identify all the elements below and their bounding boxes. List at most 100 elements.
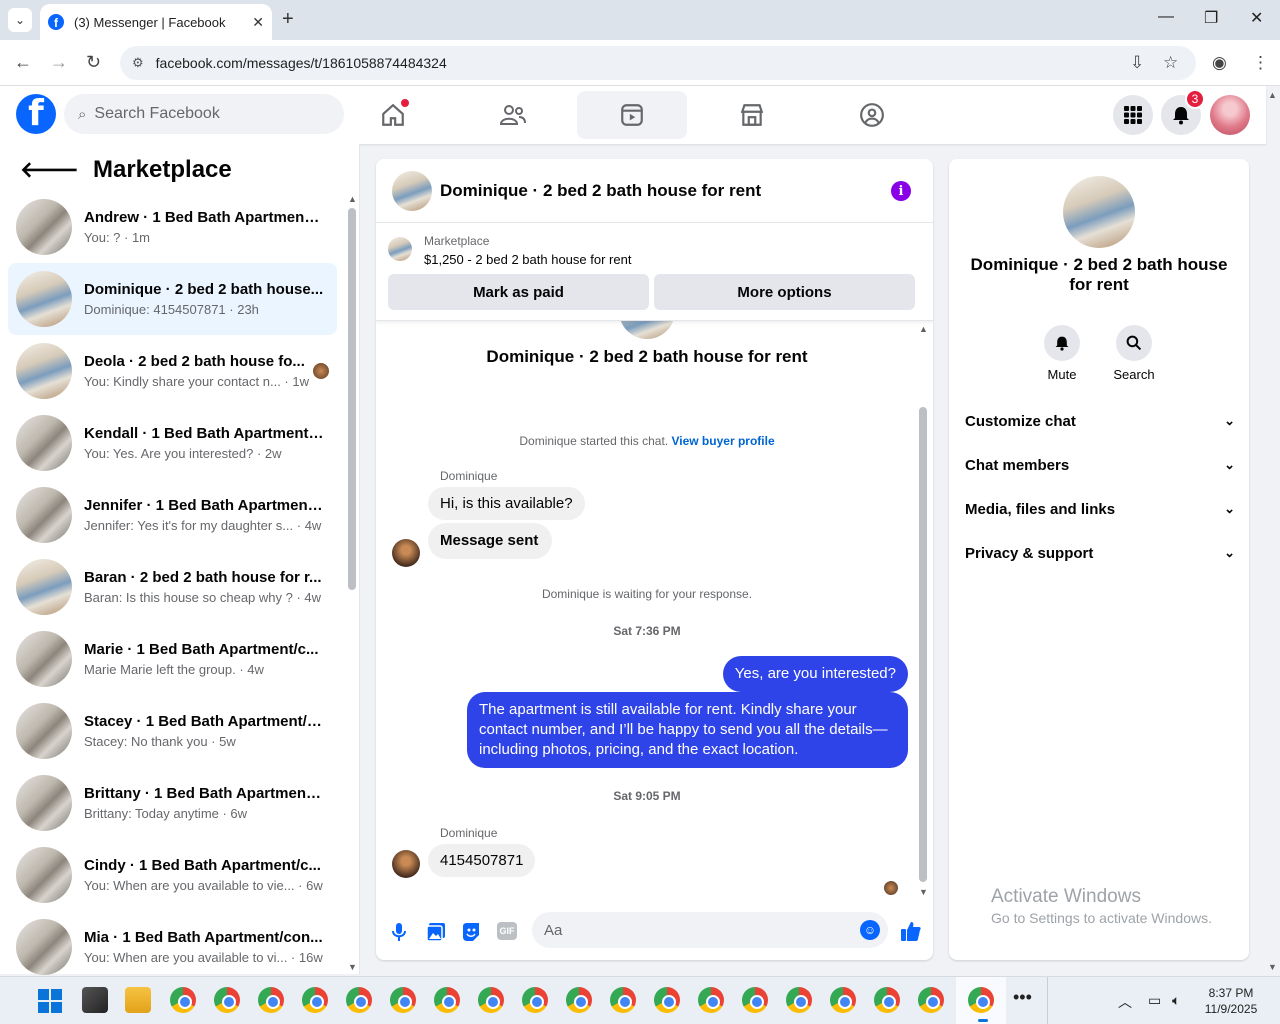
details-avatar[interactable]: [1063, 176, 1135, 248]
conversation-item[interactable]: Stacey · 1 Bed Bath Apartment/c... Stacey…: [8, 695, 337, 767]
conversation-item[interactable]: Deola · 2 bed 2 bath house fo... You: Kin…: [8, 335, 337, 407]
photo-icon[interactable]: [426, 922, 446, 947]
more-apps-icon[interactable]: •••: [1013, 987, 1032, 1008]
chrome-taskbar-icon[interactable]: [610, 987, 636, 1013]
friends-nav-icon[interactable]: [458, 91, 568, 139]
sidebar-scroll-up-icon[interactable]: ▲: [348, 194, 357, 204]
chrome-taskbar-icon[interactable]: [698, 987, 724, 1013]
search-in-chat-button[interactable]: Search: [1104, 325, 1164, 382]
taskbar-clock[interactable]: 8:37 PM 11/9/2025: [1196, 985, 1266, 1017]
listing-thumbnail[interactable]: [388, 237, 412, 261]
customize-chat-row[interactable]: Customize chat ⌄: [965, 407, 1235, 435]
chat-title[interactable]: Dominique · 2 bed 2 bath house for rent: [440, 181, 761, 201]
search-input[interactable]: ⌕ Search Facebook: [64, 94, 344, 134]
conversation-item[interactable]: Baran · 2 bed 2 bath house for r... Baran…: [8, 551, 337, 623]
privacy-support-row[interactable]: Privacy & support ⌄: [965, 539, 1235, 567]
microphone-icon[interactable]: [392, 922, 406, 947]
chrome-taskbar-icon[interactable]: [918, 987, 944, 1013]
like-thumb-icon[interactable]: [900, 920, 922, 947]
chrome-taskbar-icon[interactable]: [346, 987, 372, 1013]
facebook-logo-icon[interactable]: f: [16, 94, 56, 134]
emoji-icon[interactable]: ☺: [860, 920, 880, 940]
conversation-item[interactable]: Jennifer · 1 Bed Bath Apartment... Jennif…: [8, 479, 337, 551]
mark-as-paid-button[interactable]: Mark as paid: [388, 274, 649, 310]
chat-members-row[interactable]: Chat members ⌄: [965, 451, 1235, 479]
chrome-taskbar-icon[interactable]: [830, 987, 856, 1013]
restore-icon[interactable]: ❐: [1204, 8, 1218, 28]
page-scroll-down-icon[interactable]: ▼: [1268, 962, 1277, 972]
chrome-taskbar-icon[interactable]: [434, 987, 460, 1013]
conversation-item[interactable]: Cindy · 1 Bed Bath Apartment/c... You: Wh…: [8, 839, 337, 911]
chat-avatar[interactable]: [392, 170, 432, 211]
install-app-icon[interactable]: ⇩: [1130, 53, 1144, 73]
conversation-item[interactable]: Mia · 1 Bed Bath Apartment/con... You: Wh…: [8, 911, 337, 983]
reload-icon[interactable]: ↻: [86, 52, 101, 73]
conversation-item[interactable]: Kendall · 1 Bed Bath Apartment/... You: Y…: [8, 407, 337, 479]
chrome-taskbar-icon[interactable]: [478, 987, 504, 1013]
account-avatar[interactable]: [1210, 95, 1250, 135]
bookmark-star-icon[interactable]: ☆: [1163, 53, 1178, 73]
chrome-taskbar-icon[interactable]: [258, 987, 284, 1013]
gaming-nav-icon[interactable]: [817, 91, 927, 139]
browser-menu-icon[interactable]: ⋮: [1252, 53, 1269, 73]
chrome-taskbar-icon[interactable]: [786, 987, 812, 1013]
mute-button[interactable]: Mute: [1032, 325, 1092, 382]
chat-scroll-down-icon[interactable]: ▼: [919, 887, 928, 897]
incoming-message[interactable]: Message sent: [428, 523, 553, 559]
sticker-icon[interactable]: [461, 922, 481, 947]
profile-icon[interactable]: ◉: [1212, 53, 1227, 73]
listing-title[interactable]: $1,250 - 2 bed 2 bath house for rent: [424, 252, 631, 267]
url-input[interactable]: ⚙ facebook.com/messages/t/18610588744843…: [120, 46, 1196, 80]
chat-scrollbar[interactable]: [919, 407, 927, 882]
chrome-taskbar-icon[interactable]: [302, 987, 328, 1013]
sender-avatar[interactable]: [392, 539, 420, 567]
back-icon[interactable]: ←: [14, 52, 32, 73]
chat-scroll-up-icon[interactable]: ▲: [919, 324, 928, 334]
forward-icon[interactable]: →: [50, 52, 68, 73]
show-hidden-icons-icon[interactable]: ︿: [1118, 992, 1132, 1012]
tab-close-icon[interactable]: ✕: [252, 14, 264, 31]
outgoing-message[interactable]: The apartment is still available for ren…: [467, 692, 908, 768]
more-options-button[interactable]: More options: [654, 274, 915, 310]
new-tab-icon[interactable]: +: [282, 8, 294, 31]
chrome-taskbar-icon[interactable]: [566, 987, 592, 1013]
chrome-active-taskbar-icon[interactable]: [968, 987, 994, 1013]
page-scroll-up-icon[interactable]: ▲: [1268, 90, 1277, 100]
conversation-item[interactable]: Brittany · 1 Bed Bath Apartment/... Britt…: [8, 767, 337, 839]
message-input[interactable]: Aa ☺: [532, 912, 888, 948]
incoming-message[interactable]: Hi, is this available?: [428, 487, 585, 520]
file-explorer-icon[interactable]: [125, 987, 151, 1013]
browser-tab[interactable]: f (3) Messenger | Facebook ✕: [40, 4, 272, 40]
sidebar-scrollbar[interactable]: [348, 208, 356, 590]
sidebar-scroll-down-icon[interactable]: ▼: [348, 962, 357, 972]
task-view-icon[interactable]: [82, 987, 108, 1013]
video-nav-icon[interactable]: [577, 91, 687, 139]
minimize-icon[interactable]: —: [1158, 8, 1174, 26]
chrome-taskbar-icon[interactable]: [214, 987, 240, 1013]
network-icon[interactable]: ▭: [1148, 992, 1161, 1009]
windows-start-icon[interactable]: [38, 989, 62, 1013]
sender-avatar[interactable]: [392, 850, 420, 878]
incoming-message[interactable]: 4154507871: [428, 844, 536, 877]
chrome-taskbar-icon[interactable]: [522, 987, 548, 1013]
media-files-links-row[interactable]: Media, files and links ⌄: [965, 495, 1235, 523]
gif-icon[interactable]: GIF: [497, 922, 517, 940]
back-arrow-icon[interactable]: 🡐: [20, 157, 79, 183]
info-icon[interactable]: i: [891, 181, 911, 201]
marketplace-nav-icon[interactable]: [697, 91, 807, 139]
volume-icon[interactable]: 🔈︎: [1172, 992, 1180, 1009]
chrome-taskbar-icon[interactable]: [170, 987, 196, 1013]
menu-grid-icon[interactable]: [1113, 95, 1153, 135]
chrome-taskbar-icon[interactable]: [390, 987, 416, 1013]
chrome-taskbar-icon[interactable]: [742, 987, 768, 1013]
site-info-icon[interactable]: ⚙: [132, 55, 144, 71]
view-buyer-profile-link[interactable]: View buyer profile: [671, 434, 774, 448]
outgoing-message[interactable]: Yes, are you interested?: [722, 656, 908, 692]
conversation-item[interactable]: Marie · 1 Bed Bath Apartment/c... Marie M…: [8, 623, 337, 695]
conversation-item[interactable]: Andrew · 1 Bed Bath Apartment/... You: ? …: [8, 191, 337, 263]
home-nav-icon[interactable]: [338, 91, 448, 139]
close-window-icon[interactable]: ✕: [1250, 8, 1263, 28]
tab-search-dropdown[interactable]: ⌄: [8, 8, 32, 32]
conversation-item-selected[interactable]: Dominique · 2 bed 2 bath house... Dominiq…: [8, 263, 337, 335]
chrome-taskbar-icon[interactable]: [874, 987, 900, 1013]
